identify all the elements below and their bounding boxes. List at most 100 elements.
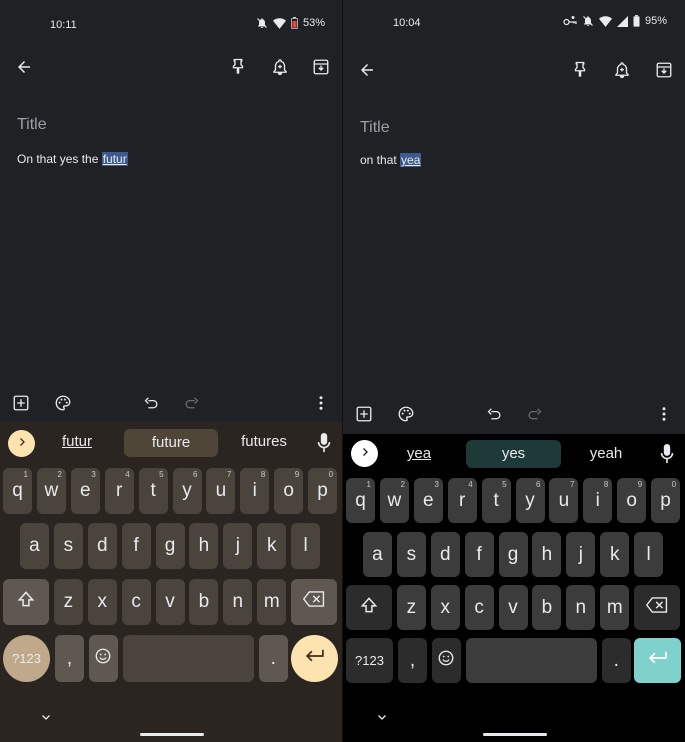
comma-key[interactable]: ,: [398, 638, 427, 683]
home-indicator[interactable]: [483, 733, 547, 736]
key-y[interactable]: y6: [172, 468, 202, 514]
key-v[interactable]: v: [498, 585, 528, 630]
shift-key[interactable]: [3, 579, 49, 625]
key-y[interactable]: y6: [515, 478, 545, 523]
key-l[interactable]: l: [634, 532, 664, 577]
suggestion-2[interactable]: yes: [466, 440, 561, 468]
key-c[interactable]: c: [464, 585, 494, 630]
key-k[interactable]: k: [257, 523, 287, 569]
redo-icon[interactable]: [180, 391, 204, 415]
key-s[interactable]: s: [53, 523, 83, 569]
key-n[interactable]: n: [566, 585, 596, 630]
key-p[interactable]: p0: [308, 468, 338, 514]
hide-keyboard-chevron-icon[interactable]: [40, 710, 52, 728]
symbols-key[interactable]: ?123: [3, 635, 50, 682]
backspace-key[interactable]: [291, 579, 337, 625]
emoji-key[interactable]: [431, 638, 461, 683]
key-n[interactable]: n: [223, 579, 253, 625]
hide-keyboard-chevron-icon[interactable]: [376, 710, 388, 728]
emoji-key[interactable]: [88, 635, 118, 682]
pin-icon[interactable]: [568, 58, 592, 82]
key-g[interactable]: g: [155, 523, 185, 569]
palette-icon[interactable]: [51, 391, 75, 415]
key-f[interactable]: f: [121, 523, 151, 569]
period-key[interactable]: .: [258, 635, 288, 682]
key-t[interactable]: t5: [138, 468, 168, 514]
key-z[interactable]: z: [53, 579, 83, 625]
key-j[interactable]: j: [566, 532, 596, 577]
back-arrow-icon[interactable]: [355, 58, 379, 82]
key-e[interactable]: e3: [413, 478, 443, 523]
key-e[interactable]: e3: [70, 468, 100, 514]
key-i[interactable]: i8: [583, 478, 613, 523]
key-u[interactable]: u7: [549, 478, 579, 523]
period-key[interactable]: .: [601, 638, 631, 683]
note-body-field[interactable]: On that yes the futur: [17, 152, 128, 166]
note-body-field[interactable]: on that yea: [360, 153, 422, 167]
add-box-icon[interactable]: [352, 402, 376, 426]
key-f[interactable]: f: [464, 532, 494, 577]
add-box-icon[interactable]: [9, 391, 33, 415]
key-q[interactable]: q1: [3, 468, 32, 514]
more-vert-icon[interactable]: [309, 391, 333, 415]
reminder-bell-icon[interactable]: [268, 55, 292, 79]
key-x[interactable]: x: [87, 579, 117, 625]
key-m[interactable]: m: [600, 585, 630, 630]
key-i[interactable]: i8: [240, 468, 270, 514]
key-k[interactable]: k: [600, 532, 630, 577]
symbols-key[interactable]: ?123: [346, 638, 393, 683]
key-r[interactable]: r4: [104, 468, 134, 514]
expand-toolbar-button[interactable]: [8, 430, 35, 457]
palette-icon[interactable]: [394, 402, 418, 426]
enter-key[interactable]: [291, 635, 338, 682]
home-indicator[interactable]: [140, 733, 204, 736]
key-o[interactable]: o9: [274, 468, 304, 514]
mic-icon[interactable]: [314, 432, 334, 454]
expand-toolbar-button[interactable]: [351, 440, 378, 467]
enter-key[interactable]: [634, 638, 681, 683]
key-c[interactable]: c: [121, 579, 151, 625]
key-u[interactable]: u7: [206, 468, 236, 514]
pin-icon[interactable]: [226, 55, 250, 79]
key-x[interactable]: x: [430, 585, 460, 630]
suggestion-1[interactable]: futur: [44, 433, 110, 450]
key-s[interactable]: s: [396, 532, 426, 577]
note-title-field[interactable]: Title: [17, 116, 47, 134]
note-title-field[interactable]: Title: [360, 119, 390, 137]
key-g[interactable]: g: [498, 532, 528, 577]
key-b[interactable]: b: [189, 579, 219, 625]
key-h[interactable]: h: [532, 532, 562, 577]
key-b[interactable]: b: [532, 585, 562, 630]
redo-icon[interactable]: [523, 402, 547, 426]
key-j[interactable]: j: [223, 523, 253, 569]
key-a[interactable]: a: [362, 532, 392, 577]
key-d[interactable]: d: [430, 532, 460, 577]
backspace-key[interactable]: [634, 585, 680, 630]
back-arrow-icon[interactable]: [12, 55, 36, 79]
key-w[interactable]: w2: [36, 468, 66, 514]
key-a[interactable]: a: [19, 523, 49, 569]
shift-key[interactable]: [346, 585, 392, 630]
key-z[interactable]: z: [396, 585, 426, 630]
suggestion-3[interactable]: yeah: [571, 445, 641, 462]
archive-icon[interactable]: [309, 55, 333, 79]
key-t[interactable]: t5: [481, 478, 511, 523]
key-d[interactable]: d: [87, 523, 117, 569]
undo-icon[interactable]: [138, 391, 162, 415]
reminder-bell-icon[interactable]: [610, 58, 634, 82]
key-l[interactable]: l: [291, 523, 321, 569]
key-p[interactable]: p0: [651, 478, 681, 523]
key-w[interactable]: w2: [379, 478, 409, 523]
key-q[interactable]: q1: [346, 478, 375, 523]
more-vert-icon[interactable]: [652, 402, 676, 426]
suggestion-3[interactable]: futures: [230, 433, 298, 450]
space-key[interactable]: [122, 635, 254, 682]
key-v[interactable]: v: [155, 579, 185, 625]
key-m[interactable]: m: [257, 579, 287, 625]
comma-key[interactable]: ,: [55, 635, 84, 682]
key-h[interactable]: h: [189, 523, 219, 569]
mic-icon[interactable]: [657, 443, 677, 465]
suggestion-1[interactable]: yea: [385, 445, 453, 462]
undo-icon[interactable]: [481, 402, 505, 426]
key-r[interactable]: r4: [447, 478, 477, 523]
